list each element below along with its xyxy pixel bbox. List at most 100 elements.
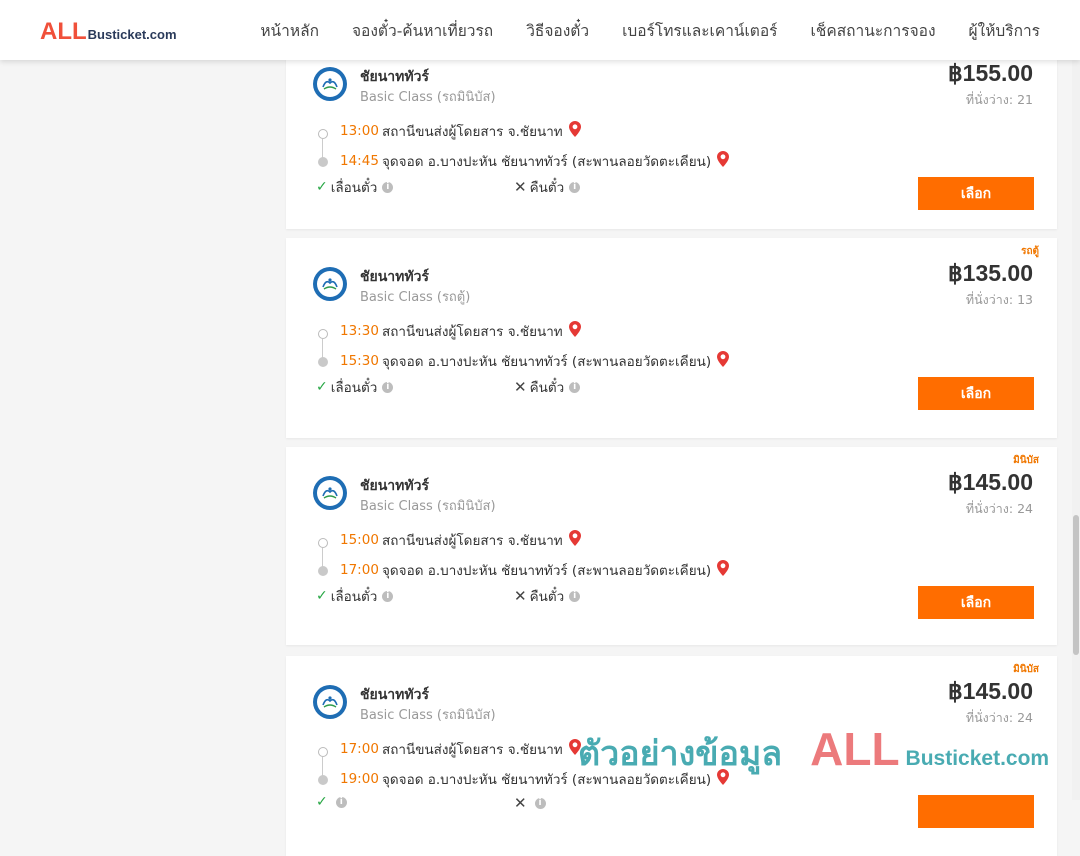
- refund-ticket-label: คืนตั๋ว: [529, 380, 565, 396]
- map-pin-icon[interactable]: [568, 121, 581, 141]
- refund-ticket-label: คืนตั๋ว: [529, 589, 565, 605]
- nav-check-booking[interactable]: เช็คสถานะการจอง: [811, 18, 936, 43]
- refund-ticket-option: ✕ คืนตั๋ว i: [514, 376, 581, 398]
- info-icon[interactable]: i: [534, 797, 546, 809]
- cross-icon: ✕: [514, 794, 527, 812]
- operator-name: ชัยนาททัวร์: [360, 478, 429, 494]
- change-ticket-option: ✓ เลื่อนตั๋ว i: [316, 376, 394, 398]
- arrival-time: 17:00: [340, 562, 379, 578]
- map-pin-icon[interactable]: [568, 321, 581, 341]
- operator-name: ชัยนาททัวร์: [360, 69, 429, 85]
- info-icon[interactable]: i: [382, 181, 394, 193]
- watermark-logo-rest: Busticket.com: [905, 747, 1050, 770]
- info-icon[interactable]: i: [335, 796, 347, 808]
- operator-name: ชัยนาททัวร์: [360, 687, 429, 703]
- nav-operators[interactable]: ผู้ให้บริการ: [969, 18, 1040, 43]
- arrival-time: 19:00: [340, 771, 379, 787]
- change-ticket-label: เลื่อนตั๋ว: [330, 589, 378, 605]
- departure-stop: 13:00 สถานีขนส่งผู้โดยสาร จ.ชัยนาท: [340, 120, 581, 142]
- site-header: ALL Busticket.com หน้าหลัก จองตั๋ว-ค้นหา…: [0, 0, 1080, 60]
- info-icon[interactable]: i: [569, 590, 581, 602]
- cross-icon: ✕: [514, 587, 527, 605]
- vehicle-type-badge: มินิบัส: [1013, 664, 1039, 675]
- ticket-price: ฿155.00: [948, 60, 1033, 86]
- arrival-place: จุดจอด อ.บางปะหัน ชัยนาททัวร์ (สะพานลอยว…: [382, 563, 712, 579]
- arrival-stop: 17:00 จุดจอด อ.บางปะหัน ชัยนาททัวร์ (สะพ…: [340, 559, 730, 581]
- departure-place: สถานีขนส่งผู้โดยสาร จ.ชัยนาท: [382, 124, 563, 140]
- info-icon[interactable]: i: [569, 381, 581, 393]
- route-timeline: [318, 329, 328, 367]
- seats-available: ที่นั่งว่าง: 24: [965, 501, 1033, 516]
- departure-time: 13:00: [340, 123, 379, 139]
- watermark-logo-all: ALL: [810, 723, 900, 775]
- nav-home[interactable]: หน้าหลัก: [260, 18, 319, 43]
- change-ticket-option: ✓ เลื่อนตั๋ว i: [316, 585, 394, 607]
- arrival-stop: 14:45 จุดจอด อ.บางปะหัน ชัยนาททัวร์ (สะพ…: [340, 150, 730, 172]
- check-icon: ✓: [316, 794, 328, 810]
- service-class: Basic Class (รถมินิบัส): [360, 499, 496, 514]
- service-class: Basic Class (รถมินิบัส): [360, 708, 496, 723]
- nav-how-to-book[interactable]: วิธีจองตั๋ว: [526, 18, 589, 43]
- refund-ticket-label: คืนตั๋ว: [529, 180, 565, 196]
- change-ticket-label: เลื่อนตั๋ว: [330, 180, 378, 196]
- change-ticket-option: ✓ i: [316, 794, 347, 810]
- departure-place: สถานีขนส่งผู้โดยสาร จ.ชัยนาท: [382, 324, 563, 340]
- site-logo[interactable]: ALL Busticket.com: [40, 18, 177, 46]
- info-icon[interactable]: i: [569, 181, 581, 193]
- service-class: Basic Class (รถตู้): [360, 290, 471, 305]
- info-icon[interactable]: i: [382, 590, 394, 602]
- nav-phone-counters[interactable]: เบอร์โทรและเคาน์เตอร์: [622, 18, 777, 43]
- arrival-time: 14:45: [340, 153, 379, 169]
- cross-icon: ✕: [514, 378, 527, 396]
- service-class: Basic Class (รถมินิบัส): [360, 90, 496, 105]
- departure-stop: 17:00 สถานีขนส่งผู้โดยสาร จ.ชัยนาท: [340, 738, 581, 760]
- departure-time: 15:00: [340, 532, 379, 548]
- cross-icon: ✕: [514, 178, 527, 196]
- nav-book-search[interactable]: จองตั๋ว-ค้นหาเที่ยวรถ: [352, 18, 493, 43]
- main-nav: หน้าหลัก จองตั๋ว-ค้นหาเที่ยวรถ วิธีจองตั…: [260, 0, 1040, 60]
- trip-card: รถตู้ ชัยนาททัวร์ Basic Class (รถตู้) ฿1…: [286, 238, 1057, 438]
- info-icon[interactable]: i: [382, 381, 394, 393]
- departure-place: สถานีขนส่งผู้โดยสาร จ.ชัยนาท: [382, 533, 563, 549]
- vehicle-type-badge: มินิบัส: [1013, 455, 1039, 466]
- refund-ticket-option: ✕ คืนตั๋ว i: [514, 585, 581, 607]
- refund-ticket-option: ✕ คืนตั๋ว i: [514, 176, 581, 198]
- ticket-price: ฿135.00: [948, 260, 1033, 286]
- operator-logo-icon: [313, 476, 347, 510]
- page-scrollbar-track[interactable]: [1072, 60, 1080, 800]
- vehicle-type-badge: รถตู้: [1021, 246, 1039, 257]
- select-trip-button[interactable]: เลือก: [918, 586, 1034, 619]
- check-icon: ✓: [316, 179, 328, 195]
- map-pin-icon[interactable]: [717, 151, 730, 171]
- map-pin-icon[interactable]: [717, 560, 730, 580]
- trip-card: ชัยนาททัวร์ Basic Class (รถมินิบัส) ฿155…: [286, 38, 1057, 229]
- refund-ticket-option: ✕ i: [514, 794, 546, 812]
- arrival-time: 15:30: [340, 353, 379, 369]
- departure-time: 17:00: [340, 741, 379, 757]
- route-timeline: [318, 538, 328, 576]
- sample-data-watermark: ตัวอย่างข้อมูล ALL Busticket.com: [578, 722, 1049, 780]
- map-pin-icon[interactable]: [568, 530, 581, 550]
- departure-stop: 13:30 สถานีขนส่งผู้โดยสาร จ.ชัยนาท: [340, 320, 581, 342]
- check-icon: ✓: [316, 588, 328, 604]
- seats-available: ที่นั่งว่าง: 21: [965, 92, 1033, 107]
- logo-busticket-text: Busticket.com: [87, 27, 177, 42]
- ticket-price: ฿145.00: [948, 469, 1033, 495]
- route-timeline: [318, 747, 328, 785]
- operator-name: ชัยนาททัวร์: [360, 269, 429, 285]
- route-timeline: [318, 129, 328, 167]
- arrival-place: จุดจอด อ.บางปะหัน ชัยนาททัวร์ (สะพานลอยว…: [382, 154, 712, 170]
- ticket-price: ฿145.00: [948, 678, 1033, 704]
- departure-stop: 15:00 สถานีขนส่งผู้โดยสาร จ.ชัยนาท: [340, 529, 581, 551]
- select-trip-button[interactable]: เลือก: [918, 377, 1034, 410]
- watermark-text: ตัวอย่างข้อมูล: [578, 734, 783, 774]
- select-trip-button[interactable]: เลือก: [918, 177, 1034, 210]
- change-ticket-option: ✓ เลื่อนตั๋ว i: [316, 176, 394, 198]
- operator-logo-icon: [313, 267, 347, 301]
- change-ticket-label: เลื่อนตั๋ว: [330, 380, 378, 396]
- map-pin-icon[interactable]: [717, 351, 730, 371]
- arrival-stop: 15:30 จุดจอด อ.บางปะหัน ชัยนาททัวร์ (สะพ…: [340, 350, 730, 372]
- departure-place: สถานีขนส่งผู้โดยสาร จ.ชัยนาท: [382, 742, 563, 758]
- departure-time: 13:30: [340, 323, 379, 339]
- page-scrollbar-thumb[interactable]: [1073, 515, 1079, 655]
